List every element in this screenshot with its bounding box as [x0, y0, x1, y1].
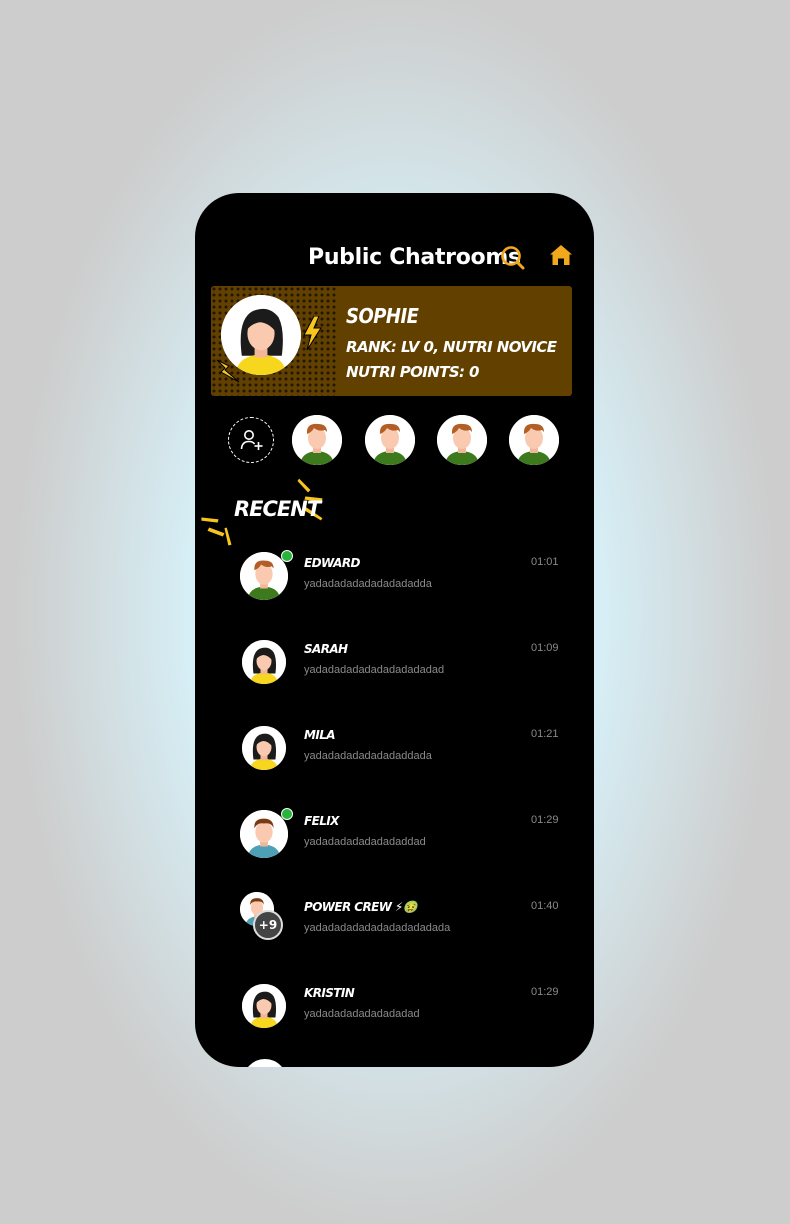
phone-screen: Public Chatrooms SOPHIE RANK: LV 0, NUTR… — [195, 193, 594, 1067]
chat-time: 01:01 — [531, 556, 559, 568]
chat-name: EDWARD — [304, 556, 360, 570]
friend-avatar[interactable] — [365, 415, 415, 465]
chat-time: 01:09 — [531, 642, 559, 654]
online-indicator — [281, 808, 293, 820]
avatar — [242, 726, 286, 770]
avatar — [240, 810, 288, 858]
chat-time: 01:29 — [531, 814, 559, 826]
lightning-icon — [216, 359, 240, 383]
chat-message: yadadadadadadadadadadada — [304, 922, 451, 934]
online-indicator — [281, 550, 293, 562]
friend-avatar[interactable] — [509, 415, 559, 465]
add-friend-button[interactable] — [228, 417, 274, 463]
search-icon[interactable] — [500, 245, 526, 271]
profile-rank: RANK: LV 0, NUTRI NOVICE — [346, 338, 557, 356]
chat-message: yadadadadadadadadad — [304, 1008, 420, 1020]
chat-time: 01:29 — [531, 986, 559, 998]
avatar — [240, 552, 288, 600]
chat-message: yadadadadadadadaddada — [304, 750, 432, 762]
recent-heading: RECENT — [234, 497, 321, 521]
profile-name: SOPHIE — [346, 304, 419, 328]
burst-decoration — [200, 516, 233, 547]
chat-item[interactable]: SARAH yadadadadadadadadadadad 01:09 — [195, 634, 594, 704]
chat-name: FELIX — [304, 814, 339, 828]
profile-points: NUTRI POINTS: 0 — [346, 363, 480, 381]
home-icon[interactable] — [549, 243, 573, 267]
avatar-partial — [243, 1059, 287, 1067]
chat-message: yadadadadadadadadadadad — [304, 664, 445, 676]
page-title: Public Chatrooms — [308, 245, 521, 270]
profile-card[interactable]: SOPHIE RANK: LV 0, NUTRI NOVICE NUTRI PO… — [211, 286, 572, 396]
chat-item[interactable]: KRISTIN yadadadadadadadadad 01:29 — [195, 978, 594, 1048]
member-count-badge: +9 — [253, 910, 283, 940]
friend-avatar[interactable] — [292, 415, 342, 465]
lightning-icon — [303, 316, 322, 350]
chat-time: 01:40 — [531, 900, 559, 912]
avatar — [242, 984, 286, 1028]
chat-name: MILA — [304, 728, 336, 742]
chat-name: KRISTIN — [304, 986, 355, 1000]
chat-message: yadadadadadadadadadda — [304, 578, 432, 590]
chat-item[interactable]: MILA yadadadadadadadaddada 01:21 — [195, 720, 594, 790]
chat-name: POWER CREW ⚡🤢 — [304, 900, 418, 914]
add-user-icon — [240, 430, 263, 450]
chat-time: 01:21 — [531, 728, 559, 740]
chat-item[interactable]: FELIX yadadadadadadadaddad 01:29 — [195, 806, 594, 876]
friend-avatar[interactable] — [437, 415, 487, 465]
avatar — [242, 640, 286, 684]
chat-name: SARAH — [304, 642, 348, 656]
chat-item[interactable]: EDWARD yadadadadadadadadadda 01:01 — [195, 548, 594, 618]
chat-item-group[interactable]: +9 POWER CREW ⚡🤢 yadadadadadadadadadadad… — [195, 892, 594, 962]
chat-message: yadadadadadadadaddad — [304, 836, 426, 848]
